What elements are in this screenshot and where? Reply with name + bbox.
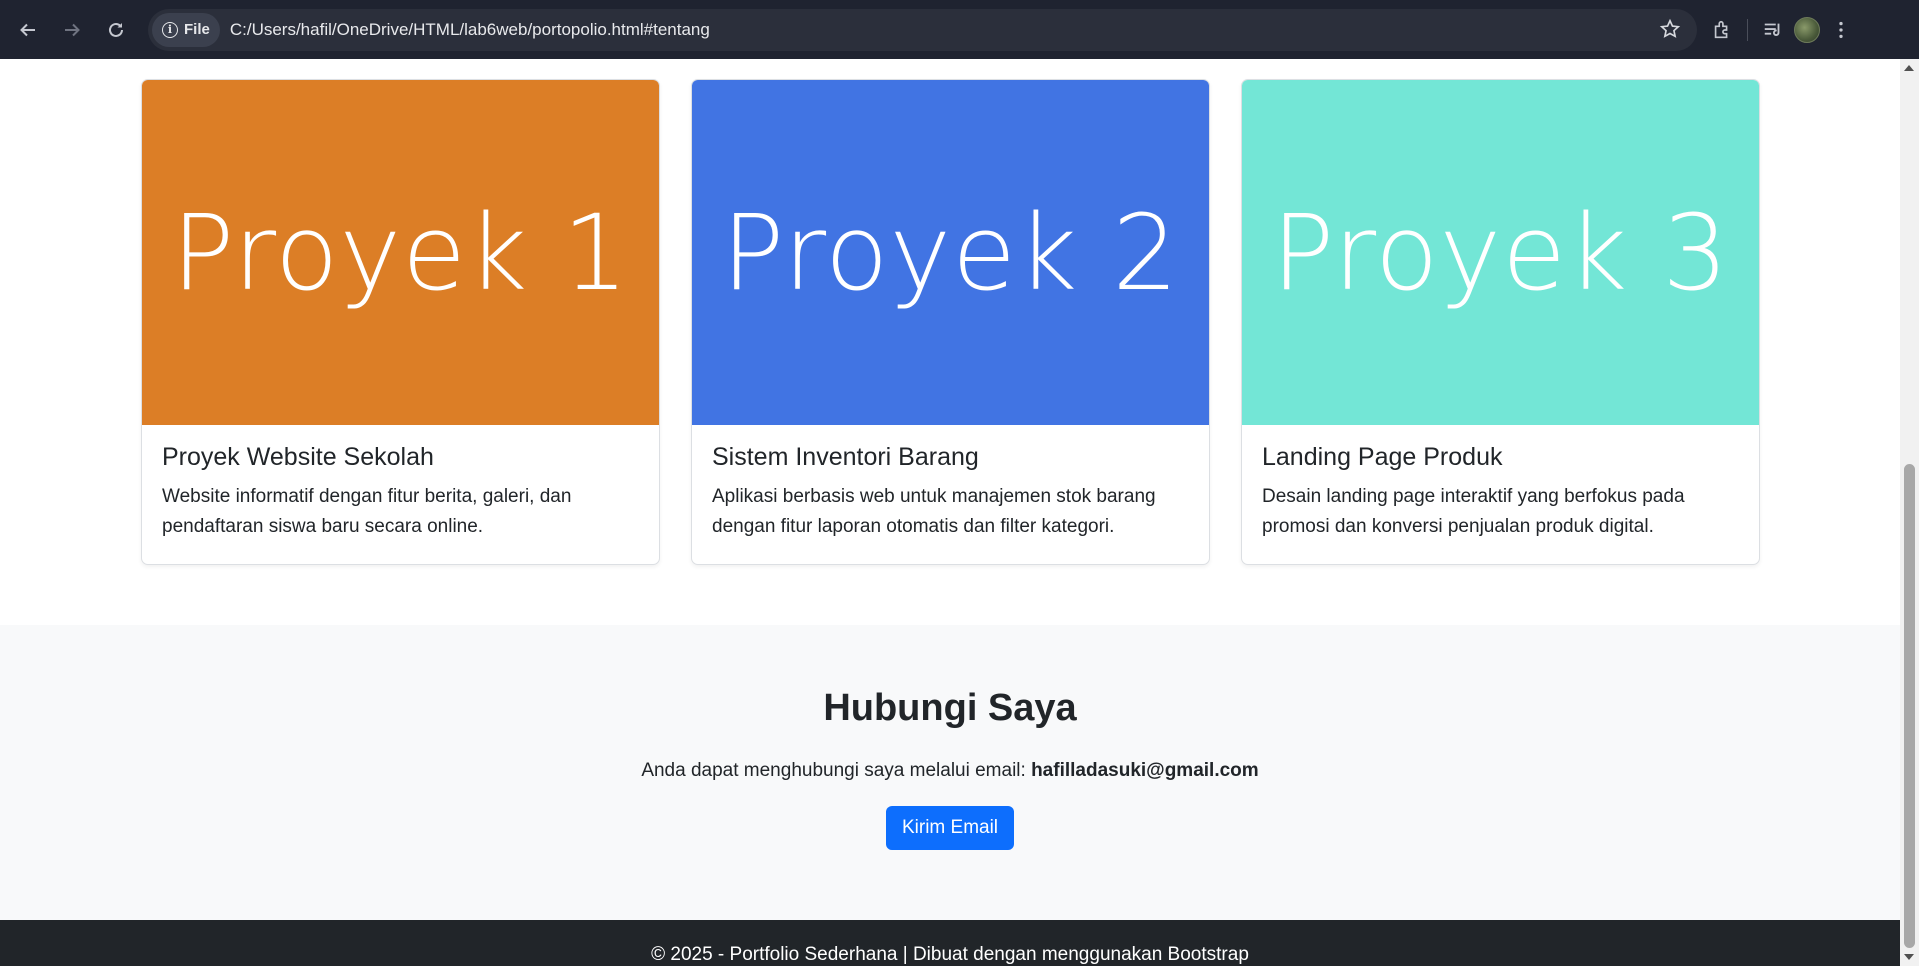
footer-text: © 2025 - Portfolio Sederhana | Dibuat de…	[651, 944, 1249, 965]
project-cards: Proyek 1 Proyek Website Sekolah Website …	[141, 79, 1760, 565]
project-description-line: promosi dan konversi penjualan produk di…	[1262, 516, 1654, 537]
browser-toolbar: i File C:/Users/hafil/OneDrive/HTML/lab6…	[0, 0, 1919, 59]
contact-text: Anda dapat menghubungi saya melalui emai…	[0, 760, 1900, 782]
contact-section: Hubungi Saya Anda dapat menghubungi saya…	[0, 625, 1900, 920]
more-menu-icon[interactable]	[1830, 19, 1852, 41]
footer: © 2025 - Portfolio Sederhana | Dibuat de…	[0, 920, 1900, 966]
site-info-chip[interactable]: i File	[152, 12, 220, 47]
url-text[interactable]: C:/Users/hafil/OneDrive/HTML/lab6web/por…	[230, 20, 710, 40]
project-description: Aplikasi berbasis web untuk manajemen st…	[712, 482, 1189, 542]
arrow-right-icon	[65, 23, 80, 36]
contact-heading: Hubungi Saya	[823, 687, 1077, 729]
project-image: Proyek 2	[692, 80, 1209, 425]
scrollbar-thumb[interactable]	[1904, 464, 1915, 948]
contact-email: hafilladasuki@gmail.com	[1031, 760, 1259, 781]
project-description-line: Desain landing page interaktif yang berf…	[1262, 486, 1685, 507]
project-title: Proyek Website Sekolah	[162, 443, 434, 471]
project-description-line: Aplikasi berbasis web untuk manajemen st…	[712, 486, 1156, 507]
address-bar[interactable]: i File C:/Users/hafil/OneDrive/HTML/lab6…	[148, 8, 1697, 51]
profile-avatar[interactable]	[1794, 16, 1820, 43]
reload-button[interactable]	[94, 8, 138, 52]
toolbar-separator	[1747, 18, 1748, 41]
project-image: Proyek 1	[142, 80, 659, 425]
scroll-down-arrow-icon[interactable]	[1904, 954, 1914, 960]
bookmark-star-icon[interactable]	[1659, 18, 1681, 40]
project-card-body: Proyek Website Sekolah Website informati…	[142, 425, 659, 560]
project-image: Proyek 3	[1242, 80, 1759, 425]
page-viewport: Proyek 1 Proyek Website Sekolah Website …	[0, 59, 1900, 966]
forward-button[interactable]	[50, 8, 94, 52]
site-info-label: File	[184, 21, 210, 38]
project-card-body: Landing Page Produk Desain landing page …	[1242, 425, 1759, 560]
contact-text-label: Anda dapat menghubungi saya melalui emai…	[641, 760, 1026, 781]
page-scrollbar[interactable]	[1900, 59, 1919, 966]
project-title: Sistem Inventori Barang	[712, 443, 979, 471]
scroll-up-arrow-icon[interactable]	[1904, 65, 1914, 71]
arrow-left-icon	[20, 23, 35, 36]
project-description: Website informatif dengan fitur berita, …	[162, 482, 639, 542]
back-button[interactable]	[6, 8, 50, 52]
extensions-icon[interactable]	[1711, 19, 1733, 41]
project-description-line: Website informatif dengan fitur berita, …	[162, 486, 572, 507]
reload-icon	[109, 22, 123, 37]
send-email-button[interactable]: Kirim Email	[885, 806, 1015, 850]
info-icon: i	[162, 21, 178, 38]
project-card-body: Sistem Inventori Barang Aplikasi berbasi…	[692, 425, 1209, 560]
project-title: Landing Page Produk	[1262, 443, 1503, 471]
reading-list-icon[interactable]	[1762, 19, 1784, 41]
project-card: Proyek 1 Proyek Website Sekolah Website …	[141, 79, 660, 565]
project-description: Desain landing page interaktif yang berf…	[1262, 482, 1739, 542]
project-description-line: pendaftaran siswa baru secara online.	[162, 516, 484, 537]
project-description-line: dengan fitur laporan otomatis dan filter…	[712, 516, 1115, 537]
project-card: Proyek 2 Sistem Inventori Barang Aplikas…	[691, 79, 1210, 565]
project-card: Proyek 3 Landing Page Produk Desain land…	[1241, 79, 1760, 565]
